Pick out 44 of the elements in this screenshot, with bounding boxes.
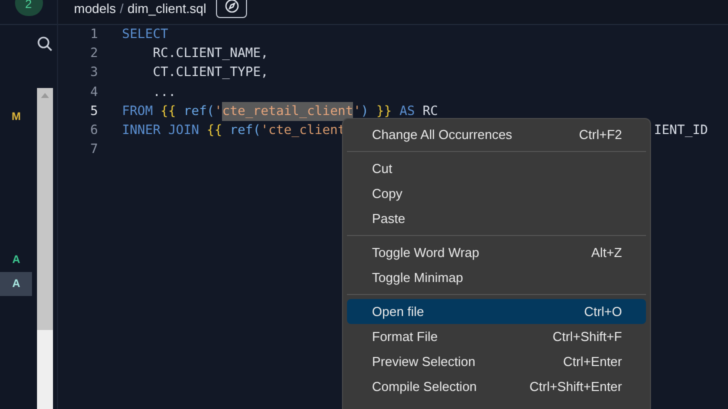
line-number: 5	[89, 102, 98, 121]
menu-item[interactable]: Open file Ctrl+O	[347, 299, 646, 324]
scrollbar[interactable]	[36, 88, 53, 409]
menu-item[interactable]: Compile Selection Ctrl+Shift+Enter	[347, 374, 646, 399]
file-status-row[interactable]: A	[0, 272, 32, 296]
menu-item[interactable]: Toggle Minimap	[347, 265, 646, 290]
line-number: 3	[89, 64, 98, 82]
status-letter: M	[12, 110, 21, 125]
line-number: 1	[89, 26, 98, 44]
code-line: FROM {{ ref('cte_retail_client') }} AS RC	[122, 102, 438, 121]
scrollbar-thumb[interactable]	[36, 88, 53, 330]
code-text: IENT_ID	[654, 122, 708, 140]
shortcut-label: Ctrl+O	[584, 302, 622, 321]
line-number: 2	[89, 45, 98, 64]
breadcrumb-file[interactable]: dim_client.sql	[128, 1, 206, 17]
menu-item[interactable]: Format File Ctrl+Shift+F	[347, 324, 646, 349]
breadcrumb-separator: /	[120, 1, 124, 17]
menu-item[interactable]: Change All Occurrences Ctrl+F2	[347, 122, 646, 147]
status-letter: A	[12, 276, 20, 292]
line-number: 7	[89, 141, 98, 160]
line-number: 4	[89, 84, 98, 102]
search-icon[interactable]	[36, 36, 53, 52]
file-status-row[interactable]: A	[0, 248, 32, 272]
shortcut-label: Ctrl+F2	[579, 126, 622, 144]
menu-item[interactable]: Copy	[347, 181, 646, 206]
code-line: SELECT	[122, 26, 168, 44]
shortcut-label: Alt+Z	[591, 244, 622, 262]
compass-icon	[224, 0, 239, 13]
shortcut-label: Ctrl+Shift+Enter	[530, 378, 622, 396]
code-line: RC.CLIENT_NAME,	[152, 45, 268, 64]
file-status-row[interactable]: M	[0, 105, 32, 129]
shortcut-label: Ctrl+Enter	[563, 352, 622, 371]
menu-item[interactable]: Cut	[347, 156, 646, 181]
code-line: CT.CLIENT_TYPE,	[152, 64, 268, 82]
line-number: 6	[89, 122, 98, 140]
menu-item[interactable]: Preview Selection Ctrl+Enter	[347, 349, 646, 374]
menu-item[interactable]: Paste	[347, 206, 646, 231]
shortcut-label: Ctrl+Shift+F	[552, 328, 622, 346]
breadcrumb-folder[interactable]: models	[74, 1, 116, 17]
status-letter: A	[12, 252, 20, 268]
code-line: ...	[152, 84, 176, 102]
compass-button[interactable]	[216, 0, 248, 18]
menu-item[interactable]: Toggle Word Wrap Alt+Z	[347, 240, 646, 265]
code-line: INNER JOIN {{ ref('cte_client	[122, 122, 346, 140]
